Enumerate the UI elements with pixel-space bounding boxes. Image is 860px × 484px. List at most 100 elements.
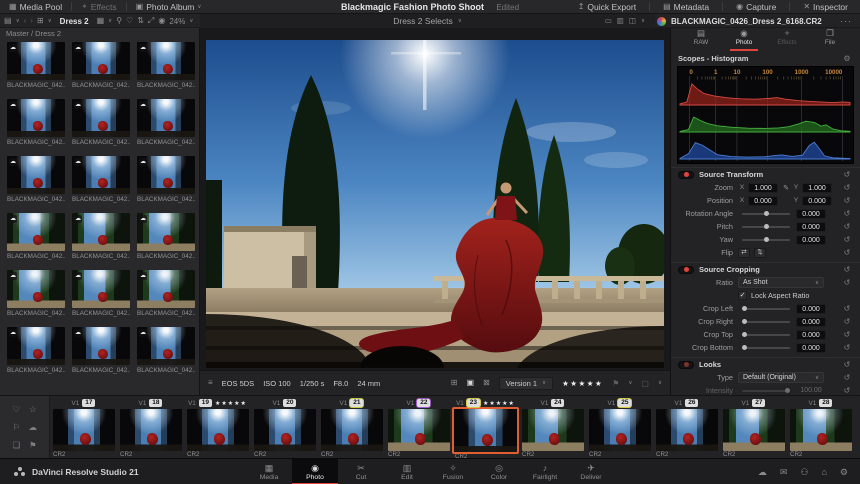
reset-icon[interactable]: ↺ xyxy=(841,196,853,205)
timeline-clip[interactable]: V1 27 CR2 xyxy=(720,398,787,459)
timeline-clip[interactable]: V1 21 CR2 xyxy=(318,398,385,459)
source-cropping-toggle[interactable] xyxy=(678,265,694,274)
media-thumbnail[interactable]: ☁ BLACKMAGIC_042... xyxy=(7,327,65,384)
scopes-settings-icon[interactable]: ⚙ xyxy=(841,54,853,63)
position-y-field[interactable]: 0.000 xyxy=(802,195,832,206)
crop-left-field[interactable]: 0.000 xyxy=(796,303,826,314)
media-thumbnail[interactable]: ☁ BLACKMAGIC_042... xyxy=(7,213,65,270)
crop-right-slider[interactable] xyxy=(742,318,790,324)
page-tab-fusion[interactable]: ✧ Fusion xyxy=(430,459,476,484)
zoom-x-field[interactable]: 1.000 xyxy=(748,182,778,193)
reset-icon[interactable]: ↺ xyxy=(841,317,853,326)
remote-monitoring-icon[interactable]: ☁ xyxy=(758,467,767,478)
star-icon[interactable]: ☆ xyxy=(29,404,37,415)
timeline-clip[interactable]: V1 18 CR2 xyxy=(117,398,184,459)
media-thumbnail[interactable]: ☁ BLACKMAGIC_042... xyxy=(137,213,195,270)
heart-filter-icon[interactable]: ♡ xyxy=(126,17,133,25)
grid-view-icon[interactable]: ▦ xyxy=(97,17,105,25)
timeline-clip[interactable]: V1 24 CR2 xyxy=(519,398,586,459)
adjustments-icon[interactable]: ≡ xyxy=(208,379,213,387)
remove-still-icon[interactable]: ⊠ xyxy=(483,379,490,387)
timeline-clip[interactable]: V1 23 ★★★★★ CR2 xyxy=(452,398,519,459)
crop-left-slider[interactable] xyxy=(742,305,790,311)
media-thumbnail[interactable]: ☁ BLACKMAGIC_042... xyxy=(72,270,130,327)
expand-icon[interactable]: ⤢ xyxy=(148,17,154,25)
new-bin-icon[interactable]: ⊞ xyxy=(37,17,44,25)
intensity-slider[interactable] xyxy=(742,387,790,393)
viewer-rating[interactable]: ★★★★★ xyxy=(562,379,603,388)
reset-icon[interactable]: ↺ xyxy=(841,209,853,218)
single-view-icon[interactable]: ▭ xyxy=(605,17,612,25)
look-type-dropdown[interactable]: Default (Original) ∨ xyxy=(738,372,824,383)
reset-icon[interactable]: ↺ xyxy=(841,235,853,244)
back-icon[interactable]: ‹ xyxy=(24,17,27,25)
reset-icon[interactable]: ↺ xyxy=(841,170,853,179)
timeline-clip[interactable]: V1 25 CR2 xyxy=(586,398,653,459)
flag-icon[interactable]: ⚑ xyxy=(29,440,37,451)
timeline-clip[interactable]: V1 20 CR2 xyxy=(251,398,318,459)
tab-raw[interactable]: ▤ RAW xyxy=(686,29,716,50)
page-tab-fairlight[interactable]: ♪ Fairlight xyxy=(522,459,568,484)
crop-bottom-slider[interactable] xyxy=(742,344,790,350)
photo-album-button[interactable]: ▣ Photo Album ∨ xyxy=(132,0,206,14)
metadata-button[interactable]: ▤ Metadata xyxy=(659,0,713,14)
position-x-field[interactable]: 0.000 xyxy=(748,195,778,206)
reset-icon[interactable]: ↺ xyxy=(841,304,853,313)
media-thumbnail[interactable]: ☁ BLACKMAGIC_042... xyxy=(72,327,130,384)
timeline-clip[interactable]: V1 19 ★★★★★ CR2 xyxy=(184,398,251,459)
crop-top-field[interactable]: 0.000 xyxy=(796,329,826,340)
collaboration-icon[interactable]: ⚇ xyxy=(800,467,808,478)
tab-effects[interactable]: ✦ Effects xyxy=(772,29,802,50)
reset-icon[interactable]: ↺ xyxy=(841,373,853,382)
crop-top-slider[interactable] xyxy=(742,331,790,337)
tab-photo[interactable]: ◉ Photo xyxy=(729,29,759,51)
timeline-clip[interactable]: V1 22 CR2 xyxy=(385,398,452,459)
yaw-slider[interactable] xyxy=(742,236,790,242)
source-transform-toggle[interactable] xyxy=(678,170,694,179)
reset-icon[interactable]: ↺ xyxy=(841,343,853,352)
options-menu-icon[interactable]: ··· xyxy=(840,16,852,26)
reset-icon[interactable]: ↺ xyxy=(841,360,853,369)
page-tab-color[interactable]: ◎ Color xyxy=(476,459,522,484)
reset-icon[interactable]: ↺ xyxy=(841,386,853,395)
lock-aspect-checkbox[interactable]: ✓ xyxy=(738,291,747,300)
cloud-icon[interactable]: ☁ xyxy=(29,422,38,433)
image-icon[interactable]: ▣ xyxy=(467,379,475,387)
reset-icon[interactable]: ↺ xyxy=(841,183,853,192)
flip-horizontal-button[interactable]: ⇄ xyxy=(738,247,750,258)
page-tab-deliver[interactable]: ✈ Deliver xyxy=(568,459,614,484)
rotation-field[interactable]: 0.000 xyxy=(796,208,826,219)
sort-icon[interactable]: ⇅ xyxy=(137,17,144,25)
page-tab-photo[interactable]: ◉ Photo xyxy=(292,459,338,484)
quick-export-button[interactable]: ↥ Quick Export xyxy=(574,0,640,14)
bookmark-icon[interactable]: ⚐ xyxy=(12,422,20,433)
strip-view-icon[interactable]: ▥ xyxy=(617,17,624,25)
label-box-icon[interactable]: ▢ xyxy=(641,379,649,388)
thumbnail-zoom-level[interactable]: 24% xyxy=(169,17,185,26)
effects-button[interactable]: ✦ Effects xyxy=(77,0,121,14)
crop-right-field[interactable]: 0.000 xyxy=(796,316,826,327)
rotation-slider[interactable] xyxy=(742,210,790,216)
looks-toggle[interactable] xyxy=(678,360,694,369)
media-thumbnail[interactable]: ☁ BLACKMAGIC_042... xyxy=(137,270,195,327)
pitch-slider[interactable] xyxy=(742,223,790,229)
media-thumbnail[interactable]: ☁ BLACKMAGIC_042... xyxy=(7,42,65,99)
reset-icon[interactable]: ↺ xyxy=(841,278,853,287)
reset-icon[interactable]: ↺ xyxy=(841,330,853,339)
zoom-y-field[interactable]: 1.000 xyxy=(802,182,832,193)
crop-bottom-field[interactable]: 0.000 xyxy=(796,342,826,353)
media-thumbnail[interactable]: ☁ BLACKMAGIC_042... xyxy=(137,156,195,213)
tag-icon[interactable]: ❏ xyxy=(12,440,20,451)
media-thumbnail[interactable]: ☁ BLACKMAGIC_042... xyxy=(137,42,195,99)
pitch-field[interactable]: 0.000 xyxy=(796,221,826,232)
timeline-clip[interactable]: V1 17 CR2 xyxy=(50,398,117,459)
capture-button[interactable]: ◉ Capture xyxy=(732,0,780,14)
settings-gear-icon[interactable]: ⚙ xyxy=(840,467,848,478)
selects-dropdown[interactable]: Dress 2 Selects xyxy=(393,16,453,26)
media-thumbnail[interactable]: ☁ BLACKMAGIC_042... xyxy=(7,270,65,327)
media-thumbnail[interactable]: ☁ BLACKMAGIC_042... xyxy=(7,156,65,213)
ratio-dropdown[interactable]: As Shot ∨ xyxy=(738,277,824,288)
link-xy-icon[interactable]: ✎ xyxy=(780,184,792,192)
reset-icon[interactable]: ↺ xyxy=(841,222,853,231)
flag-icon[interactable]: ⚑ xyxy=(612,379,619,388)
